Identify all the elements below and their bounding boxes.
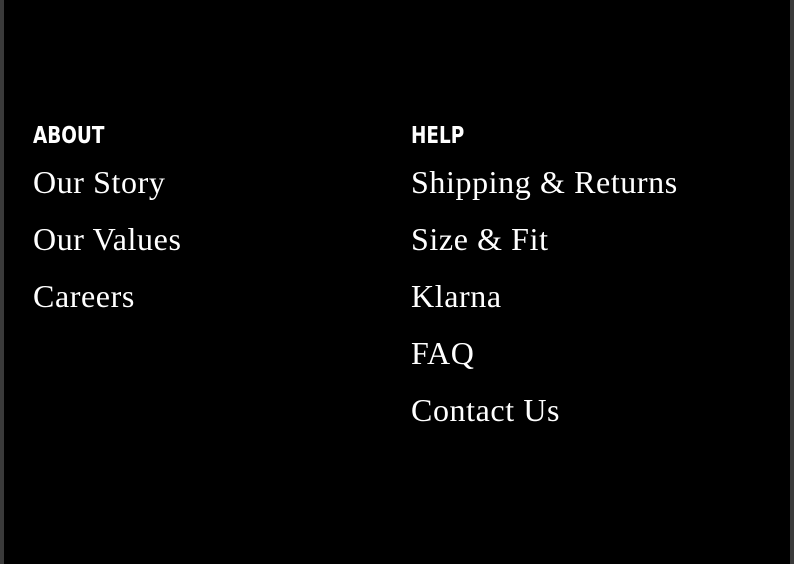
about-heading: ABOUT [33, 123, 105, 149]
list-item: Careers [33, 278, 182, 354]
help-links: Shipping & Returns Size & Fit Klarna FAQ… [411, 164, 678, 468]
our-values-link[interactable]: Our Values [33, 211, 182, 268]
careers-link[interactable]: Careers [33, 268, 135, 325]
shipping-returns-link[interactable]: Shipping & Returns [411, 154, 678, 211]
footer-column-about: ABOUT Our Story Our Values Careers [33, 118, 182, 354]
contact-us-link[interactable]: Contact Us [411, 382, 560, 439]
footer: ABOUT Our Story Our Values Careers HELP … [4, 0, 790, 564]
about-links: Our Story Our Values Careers [33, 164, 182, 354]
faq-link[interactable]: FAQ [411, 325, 474, 382]
klarna-link[interactable]: Klarna [411, 268, 502, 325]
footer-column-help: HELP Shipping & Returns Size & Fit Klarn… [411, 118, 678, 468]
our-story-link[interactable]: Our Story [33, 154, 166, 211]
list-item: Contact Us [411, 392, 678, 468]
size-fit-link[interactable]: Size & Fit [411, 211, 549, 268]
help-heading: HELP [411, 123, 465, 149]
